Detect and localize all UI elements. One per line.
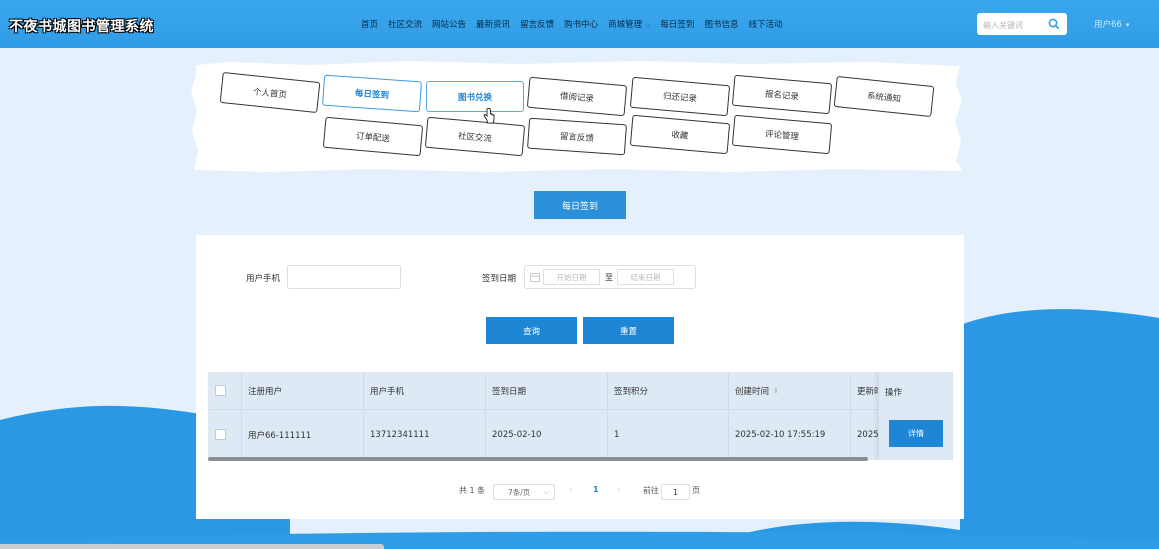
page-size-select[interactable]: 7条/页 ⌵ bbox=[493, 484, 555, 500]
date-range-picker[interactable]: 开始日期 至 结束日期 bbox=[524, 265, 696, 289]
cell-date: 2025-02-10 bbox=[486, 410, 608, 459]
section-title: 每日签到 bbox=[534, 191, 626, 219]
date-label: 签到日期 bbox=[482, 274, 517, 284]
select-all-checkbox[interactable] bbox=[215, 385, 226, 396]
phone-label: 用户手机 bbox=[246, 274, 281, 284]
start-date-input[interactable]: 开始日期 bbox=[543, 269, 600, 285]
table-row: 用户66-111111 13712341111 2025-02-10 1 202… bbox=[209, 409, 952, 459]
page-size-value: 7条/页 bbox=[508, 487, 531, 497]
actions-column: 操作 详情 bbox=[878, 373, 952, 459]
col-phone: 用户手机 bbox=[364, 373, 486, 408]
cell-points: 1 bbox=[608, 410, 729, 459]
brand-title[interactable]: 不夜书城图书管理系统 bbox=[9, 16, 154, 36]
nav-bookstore[interactable]: 购书中心 bbox=[564, 18, 598, 30]
chevron-down-icon: ⌵ bbox=[645, 21, 651, 29]
menu-book-exchange[interactable]: 图书兑换 bbox=[426, 81, 524, 112]
nav-mall-management[interactable]: 商城管理 ⌵ bbox=[608, 18, 650, 30]
next-page-icon[interactable]: › bbox=[617, 485, 620, 494]
user-menu[interactable]: 用户66 ▾ bbox=[1094, 18, 1129, 30]
username: 用户66 bbox=[1094, 20, 1122, 30]
page-unit: 页 bbox=[692, 486, 700, 495]
sort-icon[interactable]: ⇕ bbox=[773, 387, 779, 395]
nav-mall-label: 商城管理 bbox=[608, 20, 643, 30]
search-icon[interactable] bbox=[1048, 18, 1060, 30]
chevron-down-icon: ⌵ bbox=[543, 488, 549, 496]
cell-phone: 13712341111 bbox=[364, 410, 486, 459]
goto-page-input[interactable]: 1 bbox=[661, 484, 690, 500]
checkin-table: 注册用户 用户手机 签到日期 签到积分 创建时间 ⇕ 更新时 用户66-11111… bbox=[208, 372, 953, 460]
calendar-icon bbox=[530, 273, 540, 282]
reset-button[interactable]: 重置 bbox=[583, 317, 674, 344]
horizontal-scrollbar[interactable] bbox=[208, 457, 868, 461]
range-separator: 至 bbox=[605, 273, 613, 282]
nav-news[interactable]: 最新资讯 bbox=[476, 18, 510, 30]
col-points: 签到积分 bbox=[608, 373, 729, 408]
col-created-label: 创建时间 bbox=[735, 386, 770, 397]
nav-book-info[interactable]: 图书信息 bbox=[704, 18, 738, 30]
header-checkbox-cell bbox=[209, 373, 242, 408]
checkin-panel: 用户手机 签到日期 开始日期 至 结束日期 查询 重置 注册用户 用户手机 签到… bbox=[196, 235, 964, 519]
nav-feedback[interactable]: 留言反馈 bbox=[520, 18, 554, 30]
search-input[interactable] bbox=[981, 16, 1049, 34]
detail-button[interactable]: 详情 bbox=[889, 420, 943, 447]
cell-user: 用户66-111111 bbox=[242, 410, 364, 459]
hand-pointer-icon bbox=[483, 108, 495, 124]
pager-total: 共 1 条 bbox=[459, 486, 486, 495]
nav-community[interactable]: 社区交流 bbox=[388, 18, 422, 30]
main-nav: 首页 社区交流 网站公告 最新资讯 留言反馈 购书中心 商城管理 ⌵ 每日签到 图… bbox=[361, 18, 782, 30]
nav-announcements[interactable]: 网站公告 bbox=[432, 18, 466, 30]
col-created[interactable]: 创建时间 ⇕ bbox=[729, 373, 851, 408]
top-navbar: 不夜书城图书管理系统 首页 社区交流 网站公告 最新资讯 留言反馈 购书中心 商… bbox=[0, 0, 1159, 48]
page-1[interactable]: 1 bbox=[593, 485, 599, 494]
nav-home[interactable]: 首页 bbox=[361, 18, 378, 30]
table-header: 注册用户 用户手机 签到日期 签到积分 创建时间 ⇕ 更新时 bbox=[209, 373, 952, 408]
col-actions: 操作 bbox=[885, 388, 903, 398]
query-button[interactable]: 查询 bbox=[486, 317, 577, 344]
row-checkbox-cell bbox=[209, 410, 242, 459]
goto-label: 前往 bbox=[643, 486, 659, 495]
end-date-input[interactable]: 结束日期 bbox=[617, 269, 674, 285]
menu-banner: 个人首页 每日签到 图书兑换 借阅记录 归还记录 报名记录 系统通知 订单配送 … bbox=[190, 61, 964, 173]
caret-down-icon: ▾ bbox=[1125, 21, 1130, 29]
nav-offline-events[interactable]: 线下活动 bbox=[748, 18, 782, 30]
nav-daily-checkin[interactable]: 每日签到 bbox=[660, 18, 694, 30]
cell-created: 2025-02-10 17:55:19 bbox=[729, 410, 851, 459]
col-user: 注册用户 bbox=[242, 373, 364, 408]
bottom-scrollbar[interactable] bbox=[0, 544, 384, 549]
col-date: 签到日期 bbox=[486, 373, 608, 408]
prev-page-icon[interactable]: ‹ bbox=[569, 485, 572, 494]
search-box bbox=[977, 13, 1067, 35]
phone-input[interactable] bbox=[287, 265, 401, 289]
row-checkbox[interactable] bbox=[215, 429, 226, 440]
